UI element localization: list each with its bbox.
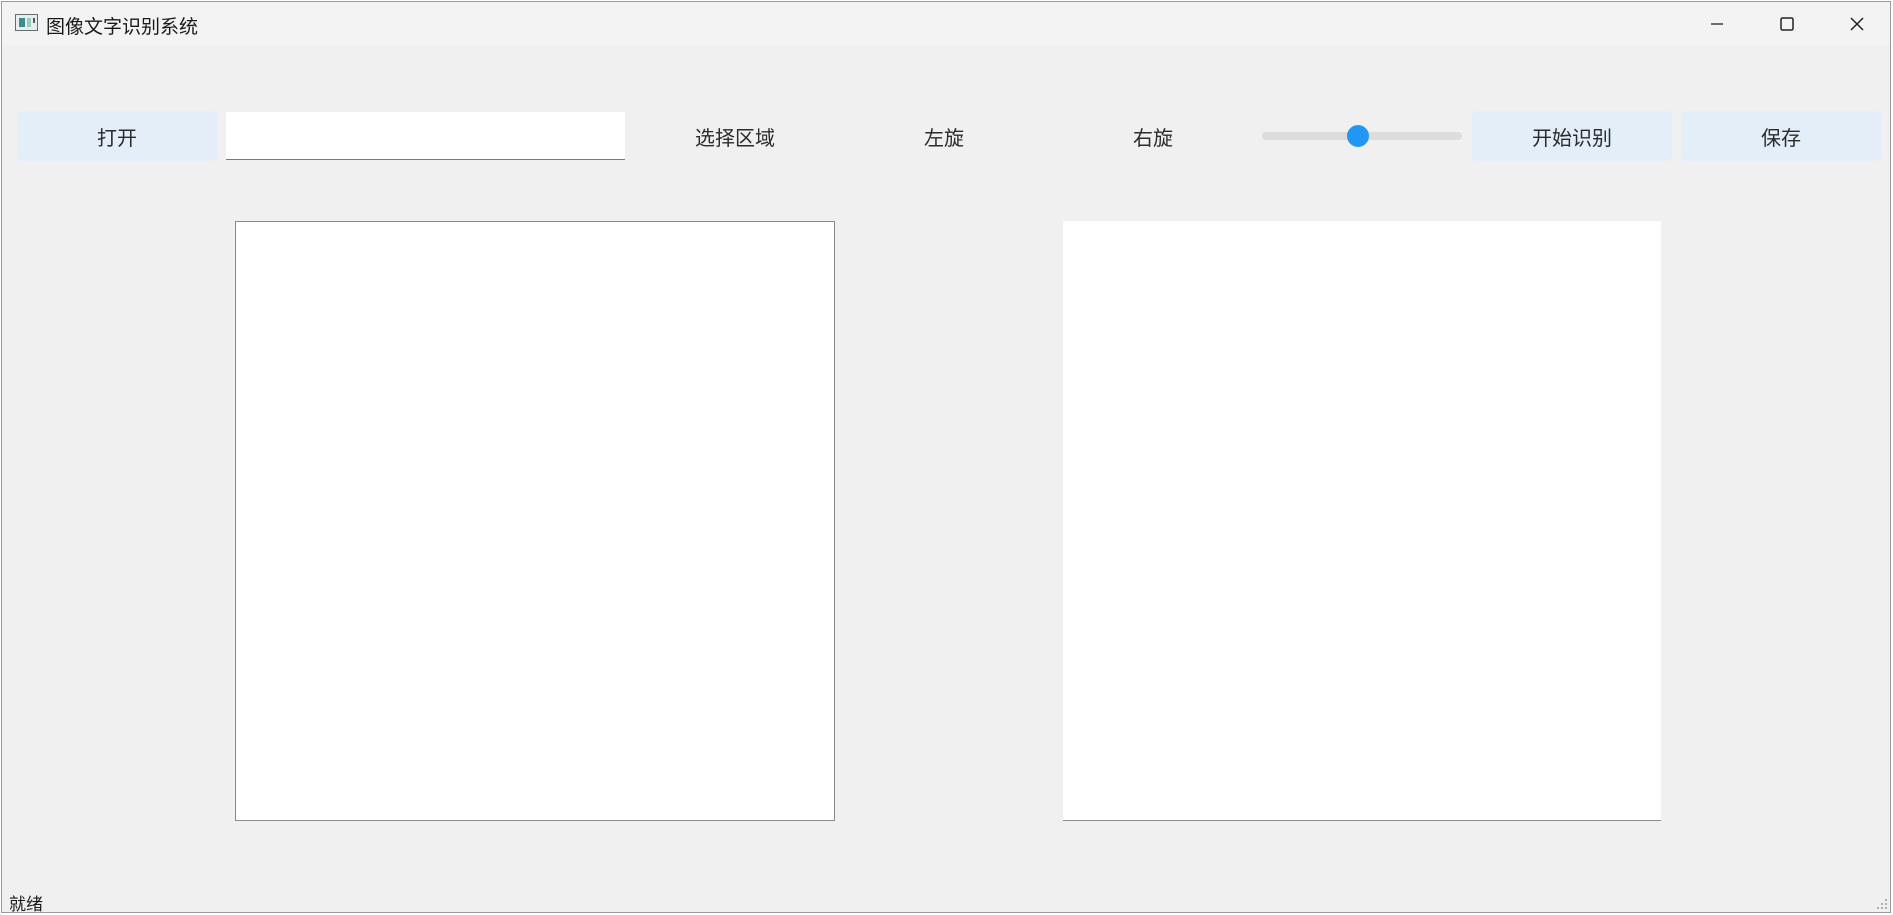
start-recognition-button[interactable]: 开始识别 (1472, 111, 1672, 161)
save-button[interactable]: 保存 (1681, 111, 1881, 161)
title-bar[interactable]: 图像文字识别系统 (2, 2, 1890, 45)
recognition-result-panel[interactable] (1063, 221, 1661, 821)
window-title: 图像文字识别系统 (46, 16, 199, 38)
main-window: 图像文字识别系统 打开 选择区域 左旋 右旋 开始识别 保存 就绪 (1, 1, 1891, 915)
status-bar-text: 就绪 (9, 895, 43, 915)
minimize-button[interactable] (1682, 2, 1752, 45)
app-icon (15, 14, 38, 31)
rotation-slider[interactable] (1262, 125, 1462, 147)
select-region-button[interactable]: 选择区域 (635, 111, 835, 161)
rotate-left-button[interactable]: 左旋 (844, 111, 1044, 161)
image-preview-panel[interactable] (235, 221, 835, 821)
minimize-icon (1711, 22, 1723, 25)
maximize-button[interactable] (1752, 2, 1822, 45)
close-icon (1850, 16, 1864, 31)
slider-handle[interactable] (1347, 125, 1369, 147)
rotate-right-button[interactable]: 右旋 (1053, 111, 1253, 161)
resize-grip-icon[interactable] (1874, 896, 1888, 910)
close-button[interactable] (1822, 2, 1892, 45)
file-path-input[interactable] (226, 112, 625, 160)
maximize-icon (1780, 16, 1794, 31)
open-button[interactable]: 打开 (17, 111, 217, 161)
